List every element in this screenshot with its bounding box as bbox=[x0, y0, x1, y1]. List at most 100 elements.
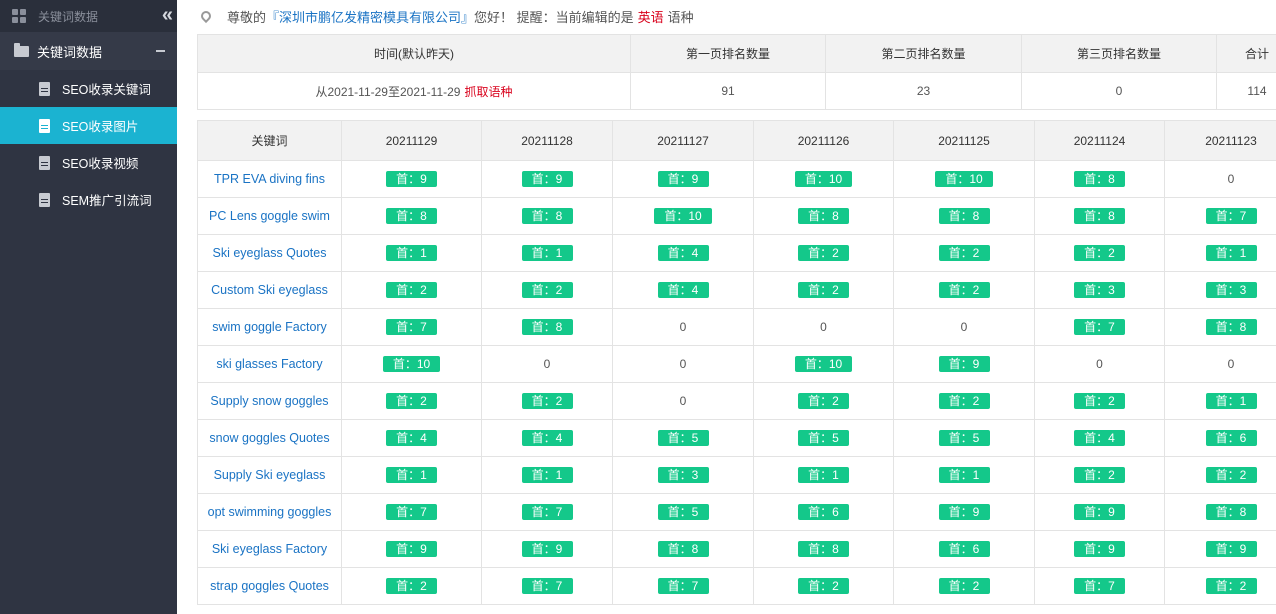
rank-badge: 首：5 bbox=[657, 504, 709, 520]
keyword-link[interactable]: Ski eyeglass Factory bbox=[197, 530, 342, 568]
keyword-link[interactable]: Supply Ski eyeglass bbox=[197, 456, 342, 494]
keyword-link[interactable]: Custom Ski eyeglass bbox=[197, 271, 342, 309]
rank-cell: 首：3 bbox=[612, 456, 754, 494]
minus-icon[interactable] bbox=[156, 50, 165, 52]
rank-cell: 首：8 bbox=[1034, 197, 1165, 235]
table-row: Custom Ski eyeglass 首：2 首：2 首：4 首：2 首：2 首：3 首：3 bbox=[197, 271, 1276, 309]
rank-badge: 首：2 bbox=[798, 393, 849, 409]
double-chevron-left-icon[interactable]: « bbox=[162, 4, 173, 27]
sidebar-item-label: SEO收录图片 bbox=[62, 120, 139, 134]
rank-badge: 首：9 bbox=[386, 171, 437, 187]
keyword-link[interactable]: PC Lens goggle swim bbox=[197, 197, 342, 235]
rank-badge: 首：9 bbox=[521, 171, 573, 187]
rank-badge: 首：8 bbox=[798, 208, 849, 224]
rank-badge: 首：2 bbox=[1074, 393, 1125, 409]
rank-badge: 首：9 bbox=[938, 504, 990, 520]
rank-cell: 首：2 bbox=[893, 271, 1035, 309]
rank-cell: 首：8 bbox=[1034, 160, 1165, 198]
rank-badge: 首：9 bbox=[521, 541, 573, 557]
rank-cell: 首：9 bbox=[1034, 493, 1165, 531]
rank-cell: 首：5 bbox=[612, 493, 754, 531]
table-row: Supply snow goggles 首：2 首：2 0 首：2 首：2 首：2 首：1 bbox=[197, 382, 1276, 420]
rank-badge: 首：2 bbox=[386, 282, 437, 298]
rank-cell: 首：1 bbox=[481, 234, 613, 272]
rank-cell: 首：10 bbox=[753, 345, 894, 383]
sidebar-item-seo-keywords[interactable]: SEO收录关键词 bbox=[0, 70, 177, 107]
rank-cell: 首：5 bbox=[893, 419, 1035, 457]
rank-cell: 0 bbox=[1034, 345, 1165, 383]
keyword-link[interactable]: swim goggle Factory bbox=[197, 308, 342, 346]
notice-prefix: 尊敬的 bbox=[227, 9, 267, 25]
rank-badge: 首：2 bbox=[1205, 467, 1257, 483]
fetch-language-link[interactable]: 抓取语种 bbox=[464, 85, 512, 99]
rank-badge: 首：3 bbox=[1205, 282, 1257, 298]
document-icon bbox=[39, 118, 50, 133]
rank-cell: 首：7 bbox=[341, 308, 482, 346]
document-icon bbox=[39, 192, 50, 207]
sidebar-item-label: SEO收录关键词 bbox=[62, 83, 151, 97]
sidebar: 关键词数据 « 关键词数据 SEO收录关键词 SEO收录图片 SEO收录视频 S… bbox=[0, 0, 177, 614]
keyword-link[interactable]: TPR EVA diving fins bbox=[197, 160, 342, 198]
summary-value: 0 bbox=[1021, 72, 1217, 110]
notice-bar: 尊敬的 『深圳市鹏亿发精密模具有限公司』 您好！ 提醒：当前编辑的是 英语 语种 bbox=[177, 0, 1276, 32]
summary-header-row: 时间(默认昨天) 第一页排名数量 第二页排名数量 第三页排名数量 合计 bbox=[197, 34, 1276, 73]
rank-cell: 首：4 bbox=[1034, 419, 1165, 457]
summary-date-cell: 从2021-11-29至2021-11-29 抓取语种 bbox=[197, 72, 631, 110]
rank-cell: 首：2 bbox=[481, 382, 613, 420]
rank-cell: 首：4 bbox=[612, 234, 754, 272]
rank-cell: 0 bbox=[893, 308, 1035, 346]
rank-badge: 首：8 bbox=[938, 208, 990, 224]
table-row: opt swimming goggles 首：7 首：7 首：5 首：6 首：9 首：9 首：… bbox=[197, 493, 1276, 531]
rank-cell: 首：9 bbox=[612, 160, 754, 198]
sidebar-item-seo-images[interactable]: SEO收录图片 bbox=[0, 107, 177, 144]
rank-cell: 0 bbox=[481, 345, 613, 383]
current-language: 英语 bbox=[637, 9, 664, 25]
rank-badge: 首：5 bbox=[798, 430, 849, 446]
rank-cell: 首：8 bbox=[753, 530, 894, 568]
rank-cell: 首：8 bbox=[1164, 308, 1276, 346]
rank-cell: 首：9 bbox=[341, 160, 482, 198]
rank-header: 20211127 bbox=[612, 120, 754, 161]
rank-cell: 首：2 bbox=[893, 567, 1035, 605]
rank-header: 20211129 bbox=[341, 120, 482, 161]
document-icon bbox=[39, 81, 50, 96]
sidebar-group-keyword-data[interactable]: 关键词数据 bbox=[0, 32, 177, 70]
rank-badge: 首：10 bbox=[935, 171, 993, 187]
rank-badge: 首：7 bbox=[386, 504, 437, 520]
keyword-link[interactable]: opt swimming goggles bbox=[197, 493, 342, 531]
rank-badge: 首：7 bbox=[386, 319, 437, 335]
rank-cell: 首：7 bbox=[1034, 567, 1165, 605]
sidebar-item-label: SEM推广引流词 bbox=[62, 194, 152, 208]
keyword-link[interactable]: Ski eyeglass Quotes bbox=[197, 234, 342, 272]
rank-badge: 首：2 bbox=[938, 245, 990, 261]
main-content: 尊敬的 『深圳市鹏亿发精密模具有限公司』 您好！ 提醒：当前编辑的是 英语 语种… bbox=[177, 0, 1276, 614]
keyword-link[interactable]: snow goggles Quotes bbox=[197, 419, 342, 457]
rank-header: 20211123 bbox=[1164, 120, 1276, 161]
rank-badge: 首：4 bbox=[657, 282, 709, 298]
rank-cell: 0 bbox=[612, 382, 754, 420]
document-icon bbox=[39, 155, 50, 170]
table-row: Ski eyeglass Quotes 首：1 首：1 首：4 首：2 首：2 首：2 首：1 bbox=[197, 234, 1276, 272]
keyword-link[interactable]: strap goggles Quotes bbox=[197, 567, 342, 605]
sidebar-item-seo-videos[interactable]: SEO收录视频 bbox=[0, 144, 177, 181]
rank-cell: 首：1 bbox=[341, 234, 482, 272]
rank-cell: 首：5 bbox=[612, 419, 754, 457]
summary-header: 合计 bbox=[1216, 34, 1276, 73]
rank-badge: 首：8 bbox=[386, 208, 437, 224]
rank-badge: 首：9 bbox=[938, 356, 990, 372]
rank-badge: 首：1 bbox=[1205, 245, 1257, 261]
keyword-link[interactable]: ski glasses Factory bbox=[197, 345, 342, 383]
rank-badge: 首：1 bbox=[938, 467, 990, 483]
folder-icon bbox=[14, 42, 29, 57]
rank-cell: 首：1 bbox=[1164, 234, 1276, 272]
rank-badge: 首：3 bbox=[1074, 282, 1125, 298]
rank-cell: 首：3 bbox=[1034, 271, 1165, 309]
keyword-link[interactable]: Supply snow goggles bbox=[197, 382, 342, 420]
location-pin-icon bbox=[198, 8, 214, 24]
rank-cell: 首：9 bbox=[341, 530, 482, 568]
rank-cell: 首：2 bbox=[893, 234, 1035, 272]
sidebar-item-sem-terms[interactable]: SEM推广引流词 bbox=[0, 181, 177, 218]
rank-cell: 0 bbox=[612, 308, 754, 346]
company-name: 『深圳市鹏亿发精密模具有限公司』 bbox=[266, 9, 475, 25]
rank-cell: 首：2 bbox=[753, 271, 894, 309]
